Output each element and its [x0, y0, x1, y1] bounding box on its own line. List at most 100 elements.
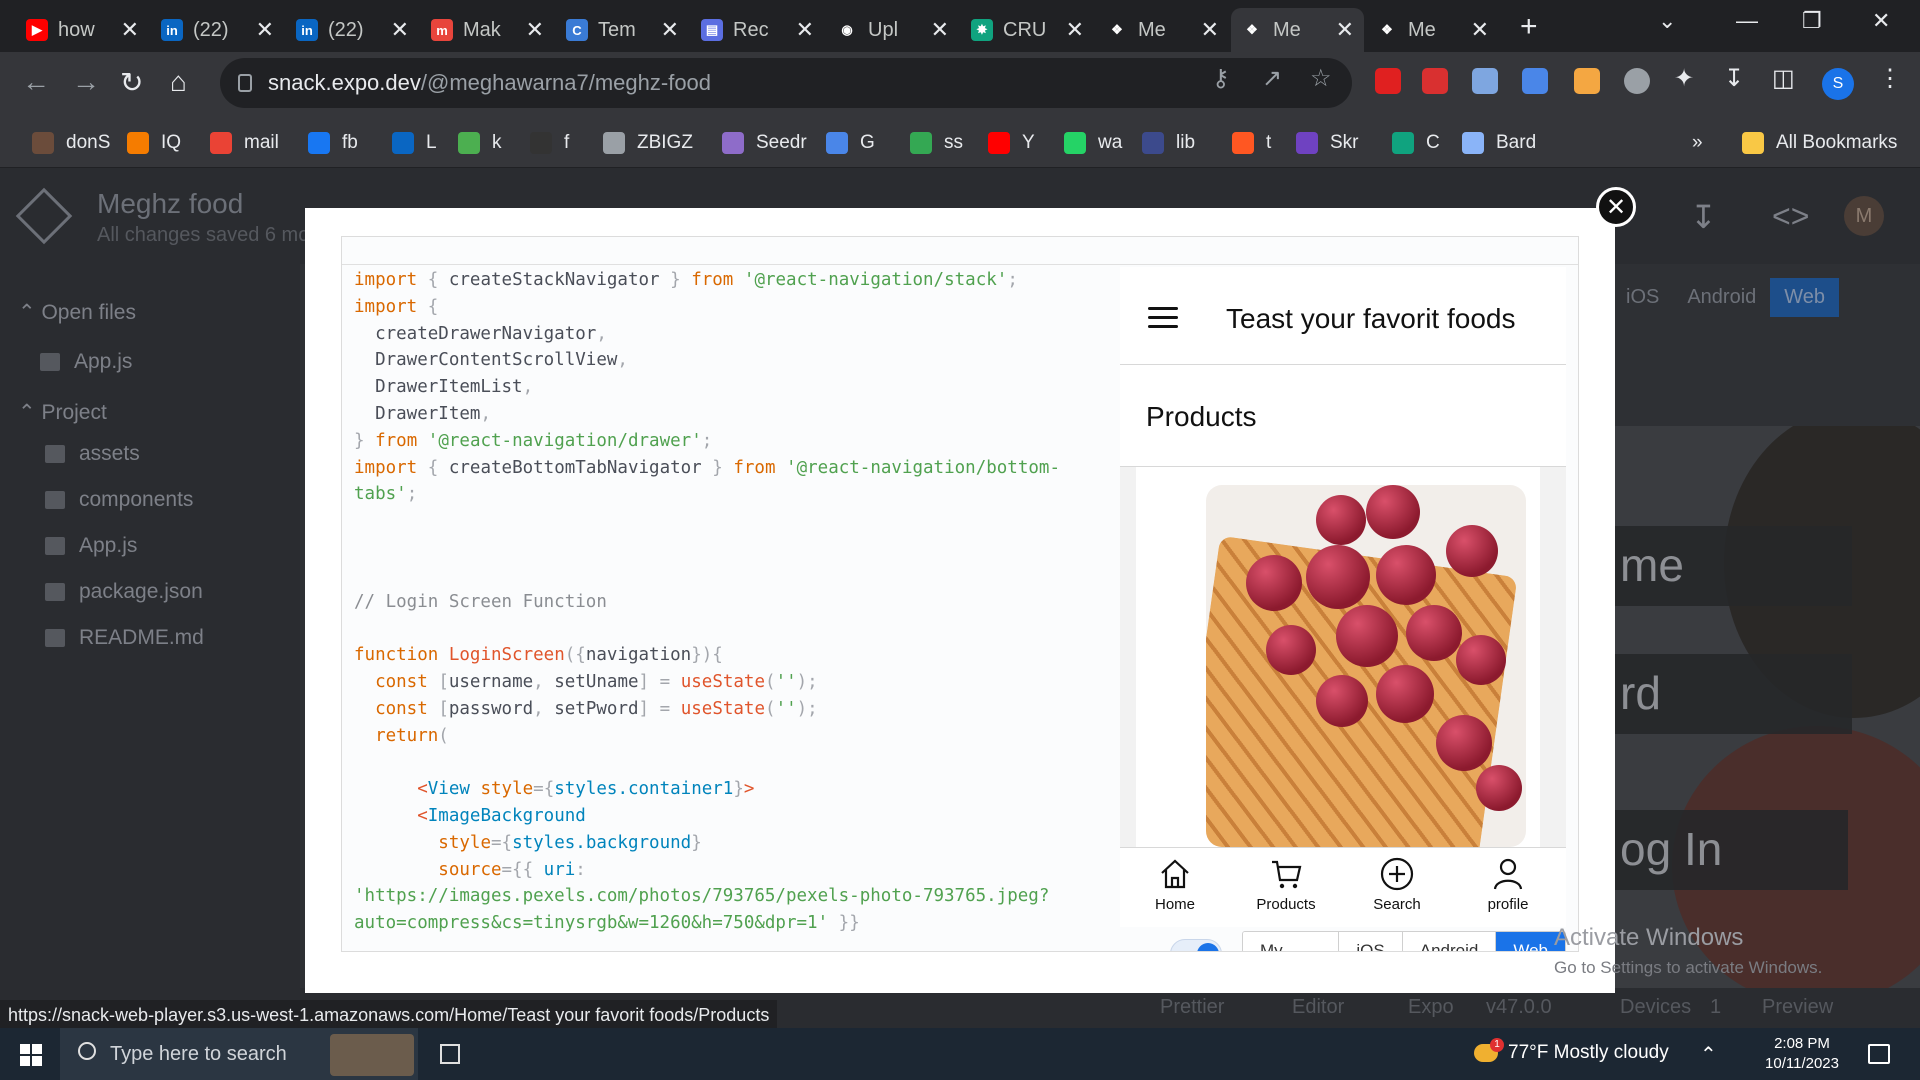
- extension-translate-icon[interactable]: [1522, 68, 1548, 94]
- bookmark-item[interactable]: L: [392, 128, 437, 158]
- puzzle-icon[interactable]: ✦: [1674, 64, 1694, 93]
- bookmark-item[interactable]: lib: [1142, 128, 1195, 158]
- close-tab-icon[interactable]: ✕: [391, 17, 409, 43]
- bookmark-item[interactable]: f: [530, 128, 569, 158]
- browser-tab[interactable]: m Mak ✕: [421, 8, 554, 52]
- close-tab-icon[interactable]: ✕: [931, 17, 949, 43]
- close-tab-icon[interactable]: ✕: [796, 17, 814, 43]
- close-tab-icon[interactable]: ✕: [1336, 17, 1354, 43]
- bookmark-item[interactable]: Y: [988, 128, 1035, 158]
- side-panel-icon[interactable]: ◫: [1772, 64, 1795, 93]
- key-icon[interactable]: ⚷: [1212, 64, 1230, 93]
- footer-prettier[interactable]: Prettier: [1160, 996, 1224, 1019]
- profile-avatar[interactable]: S: [1822, 68, 1854, 100]
- tab-products[interactable]: Products: [1231, 856, 1341, 913]
- tab-search-chevron-icon[interactable]: ⌄: [1658, 8, 1676, 34]
- browser-tab[interactable]: ❖ Me ✕: [1231, 8, 1364, 52]
- new-tab-button[interactable]: +: [1520, 10, 1538, 44]
- footer-preview[interactable]: Preview: [1762, 996, 1833, 1019]
- close-tab-icon[interactable]: ✕: [256, 17, 274, 43]
- bookmark-item[interactable]: ZBIGZ: [603, 128, 693, 158]
- extension-box-icon[interactable]: [1574, 68, 1600, 94]
- browser-tab[interactable]: ▤ Rec ✕: [691, 8, 824, 52]
- close-modal-button[interactable]: ✕: [1596, 187, 1636, 227]
- more-menu-icon[interactable]: ⋮: [1878, 64, 1902, 93]
- taskbar-clock[interactable]: 2:08 PM 10/11/2023: [1760, 1034, 1844, 1074]
- platform-tab-android[interactable]: Android: [1673, 278, 1770, 317]
- browser-tab[interactable]: ✸ CRU ✕: [961, 8, 1094, 52]
- browser-tab[interactable]: ▶ how ✕: [16, 8, 149, 52]
- device-option-android[interactable]: Android: [1402, 932, 1497, 951]
- browser-tab[interactable]: ❖ Me ✕: [1096, 8, 1229, 52]
- bookmark-item[interactable]: C: [1392, 128, 1440, 158]
- bookmark-item[interactable]: IQ: [127, 128, 181, 158]
- project-file-item[interactable]: components: [45, 488, 193, 512]
- browser-tab[interactable]: in (22) ✕: [286, 8, 419, 52]
- windows-start-icon[interactable]: [20, 1044, 42, 1066]
- close-tab-icon[interactable]: ✕: [526, 17, 544, 43]
- open-files-header[interactable]: ⌃ Open files: [18, 300, 136, 325]
- close-tab-icon[interactable]: ✕: [661, 17, 679, 43]
- home-icon[interactable]: ⌂: [170, 66, 187, 98]
- bookmark-item[interactable]: Seedr: [722, 128, 807, 158]
- project-file-item[interactable]: README.md: [45, 626, 204, 650]
- extension-shield-icon[interactable]: [1375, 68, 1401, 94]
- close-tab-icon[interactable]: ✕: [1066, 17, 1084, 43]
- share-icon[interactable]: ↗: [1262, 64, 1282, 93]
- project-title[interactable]: Meghz food: [97, 188, 243, 220]
- menu-hamburger-icon[interactable]: [1148, 307, 1178, 328]
- footer-expo[interactable]: Expo: [1408, 996, 1454, 1019]
- device-option-my-device[interactable]: My Device: [1243, 932, 1340, 951]
- bookmark-item[interactable]: wa: [1064, 128, 1122, 158]
- code-editor[interactable]: import { createStackNavigator } from '@r…: [354, 267, 1060, 937]
- bookmark-item[interactable]: Bard: [1462, 128, 1536, 158]
- browser-tab[interactable]: ◉ Upl ✕: [826, 8, 959, 52]
- bookmark-item[interactable]: donS: [32, 128, 110, 158]
- platform-tab-web[interactable]: Web: [1770, 278, 1840, 317]
- product-list[interactable]: ▲ ▼: [1136, 467, 1540, 847]
- project-header[interactable]: ⌃ Project: [18, 400, 107, 425]
- browser-tab[interactable]: C Tem ✕: [556, 8, 689, 52]
- task-view-icon[interactable]: [440, 1044, 460, 1064]
- extension-cloud-icon[interactable]: [1624, 68, 1650, 94]
- bookmark-item[interactable]: G: [826, 128, 875, 158]
- device-option-ios[interactable]: iOS: [1339, 932, 1403, 951]
- bookmark-item[interactable]: k: [458, 128, 502, 158]
- platform-tab-ios[interactable]: iOS: [1612, 278, 1673, 317]
- weather-widget[interactable]: 1 77°F Mostly cloudy: [1474, 1038, 1669, 1064]
- close-window-icon[interactable]: ✕: [1872, 8, 1890, 34]
- more-bookmarks-button[interactable]: »: [1692, 128, 1703, 158]
- back-arrow-icon[interactable]: ←: [22, 66, 50, 98]
- browser-tab[interactable]: in (22) ✕: [151, 8, 284, 52]
- browser-tab[interactable]: ❖ Me ✕: [1366, 8, 1499, 52]
- reload-icon[interactable]: ↻: [120, 66, 143, 99]
- open-file-item[interactable]: App.js: [40, 350, 132, 374]
- restore-icon[interactable]: ❐: [1802, 8, 1822, 34]
- user-avatar[interactable]: M: [1844, 196, 1884, 236]
- tab-home[interactable]: Home: [1120, 856, 1230, 913]
- product-image-waffle-raspberries[interactable]: [1206, 485, 1526, 847]
- bookmark-star-icon[interactable]: ☆: [1310, 64, 1332, 93]
- project-file-item[interactable]: App.js: [45, 534, 137, 558]
- close-tab-icon[interactable]: ✕: [121, 17, 139, 43]
- footer-version[interactable]: v47.0.0: [1486, 996, 1552, 1019]
- embed-code-icon[interactable]: <>: [1772, 198, 1809, 235]
- bookmark-item[interactable]: ss: [910, 128, 963, 158]
- download-icon[interactable]: ↧: [1724, 64, 1744, 93]
- bookmark-item[interactable]: t: [1232, 128, 1271, 158]
- tray-chevron-up-icon[interactable]: ⌃: [1700, 1042, 1717, 1067]
- close-tab-icon[interactable]: ✕: [1201, 17, 1219, 43]
- extension-video-icon[interactable]: [1422, 68, 1448, 94]
- project-file-item[interactable]: package.json: [45, 580, 203, 604]
- bookmark-item[interactable]: Skr: [1296, 128, 1359, 158]
- notification-icon[interactable]: [1868, 1044, 1890, 1064]
- preview-toggle[interactable]: [1170, 939, 1222, 951]
- project-file-item[interactable]: assets: [45, 442, 140, 466]
- tab-profile[interactable]: profile: [1453, 856, 1563, 913]
- bookmark-item[interactable]: fb: [308, 128, 358, 158]
- footer-devices[interactable]: Devices: [1620, 996, 1691, 1019]
- close-tab-icon[interactable]: ✕: [1471, 17, 1489, 43]
- all-bookmarks-button[interactable]: All Bookmarks: [1742, 128, 1897, 158]
- footer-editor[interactable]: Editor: [1292, 996, 1344, 1019]
- bookmark-item[interactable]: mail: [210, 128, 279, 158]
